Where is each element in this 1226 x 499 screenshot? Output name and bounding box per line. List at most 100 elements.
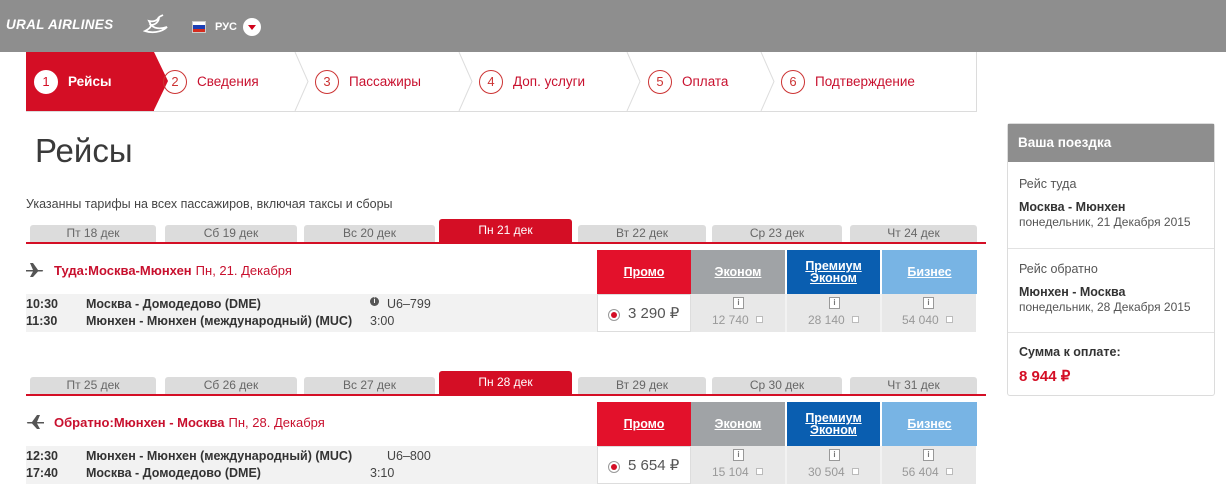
departure-time: 10:30 xyxy=(26,297,58,311)
info-icon[interactable]: i xyxy=(370,297,379,306)
economy-price: 15 104 xyxy=(712,465,749,479)
premium-price: 28 140 xyxy=(808,313,845,327)
info-icon[interactable]: i xyxy=(829,449,840,461)
fare-radio-selected[interactable] xyxy=(608,309,620,321)
business-price: 54 040 xyxy=(902,313,939,327)
step-flights[interactable]: 1 Рейсы xyxy=(26,52,154,111)
day-tab-selected[interactable]: Пн 21 дек xyxy=(439,219,572,243)
day-tab[interactable]: Вт 22 дек xyxy=(578,225,706,242)
trip-summary-title: Ваша поездка xyxy=(1008,124,1214,162)
day-tab[interactable]: Пт 25 дек xyxy=(30,377,156,394)
fare-header-premium-line2: Эконом xyxy=(810,423,857,437)
outbound-summary-route: Москва - Мюнхен xyxy=(1019,200,1126,214)
day-tab[interactable]: Пт 18 дек xyxy=(30,225,156,242)
inbound-summary-label: Рейс обратно xyxy=(1019,262,1098,276)
step-divider xyxy=(294,52,309,111)
promo-price: 3 290 ₽ xyxy=(628,305,680,322)
premium-price: 30 504 xyxy=(808,465,845,479)
day-tab[interactable]: Чт 24 дек xyxy=(850,225,977,242)
day-tab[interactable]: Ср 30 дек xyxy=(712,377,842,394)
info-icon[interactable]: i xyxy=(923,449,934,461)
fare-header-business[interactable]: Бизнес xyxy=(882,250,977,294)
step-number: 1 xyxy=(34,69,58,94)
inbound-summary-route: Мюнхен - Москва xyxy=(1019,285,1126,299)
fare-radio-selected[interactable] xyxy=(608,461,620,473)
step-label: Доп. услуги xyxy=(513,74,586,89)
step-number: 3 xyxy=(315,69,339,94)
step-extras[interactable]: 4 Доп. услуги xyxy=(479,52,585,111)
departure-time: 12:30 xyxy=(26,449,58,463)
day-tab-selected[interactable]: Пн 28 дек xyxy=(439,371,572,395)
fare-checkbox[interactable] xyxy=(946,468,953,475)
plane-icon xyxy=(26,263,44,277)
total-label: Сумма к оплате: xyxy=(1019,345,1121,359)
russia-flag-icon xyxy=(192,21,206,33)
fare-header-economy[interactable]: Эконом xyxy=(691,402,785,446)
outbound-direction: Туда: Москва-Мюнхен Пн, 21. Декабря xyxy=(26,262,292,278)
outbound-summary: Рейс туда Москва - Мюнхен понедельник, 2… xyxy=(1008,162,1214,248)
fare-option-economy[interactable]: i 15 104 xyxy=(691,446,785,484)
day-tab[interactable]: Ср 23 дек xyxy=(712,225,842,242)
fare-checkbox[interactable] xyxy=(756,468,763,475)
direction-label: Обратно: xyxy=(54,414,114,430)
direction-route: Мюнхен - Москва xyxy=(113,414,225,430)
flight-number: U6–800 xyxy=(387,449,431,463)
day-tab[interactable]: Вс 20 дек xyxy=(304,225,435,242)
day-tab[interactable]: Сб 19 дек xyxy=(165,225,297,242)
fare-header-promo[interactable]: Промо xyxy=(597,402,691,446)
outbound-day-tabs: Пт 18 дек Сб 19 дек Вс 20 дек Пн 21 дек … xyxy=(26,219,986,244)
direction-route: Москва-Мюнхен xyxy=(88,262,192,278)
fare-option-economy[interactable]: i 12 740 xyxy=(691,294,785,332)
info-icon[interactable]: i xyxy=(733,297,744,309)
arrival-airport: Мюнхен - Мюнхен (международный) (MUC) xyxy=(86,314,353,328)
fare-option-business[interactable]: i 56 404 xyxy=(882,446,976,484)
inbound-flight-row: 12:30 17:40 Мюнхен - Мюнхен (международн… xyxy=(26,446,976,484)
trip-summary-panel: Ваша поездка Рейс туда Москва - Мюнхен п… xyxy=(1007,123,1215,396)
fare-header-promo[interactable]: Промо xyxy=(597,250,691,294)
fare-header-premium[interactable]: Премиум Эконом xyxy=(787,402,880,446)
inbound-summary: Рейс обратно Мюнхен - Москва понедельник… xyxy=(1008,248,1214,332)
fare-option-premium[interactable]: i 30 504 xyxy=(787,446,880,484)
flight-number: U6–799 xyxy=(387,297,431,311)
step-label: Рейсы xyxy=(68,74,112,89)
airline-logo-text[interactable]: URAL AIRLINES xyxy=(6,17,113,32)
info-icon[interactable]: i xyxy=(923,297,934,309)
step-passengers[interactable]: 3 Пассажиры xyxy=(315,52,421,111)
inbound-day-tabs: Пт 25 дек Сб 26 дек Вс 27 дек Пн 28 дек … xyxy=(26,371,986,396)
info-icon[interactable]: i xyxy=(829,297,840,309)
fare-option-promo[interactable]: 3 290 ₽ xyxy=(597,294,691,332)
flight-duration: 3:00 xyxy=(370,314,395,328)
inbound-summary-date: понедельник, 28 Декабря 2015 xyxy=(1019,300,1191,314)
fare-checkbox[interactable] xyxy=(852,316,859,323)
step-payment[interactable]: 5 Оплата xyxy=(648,52,728,111)
fare-checkbox[interactable] xyxy=(946,316,953,323)
fare-note: Указанны тарифы на всех пассажиров, вклю… xyxy=(26,197,393,211)
fare-header-premium[interactable]: Премиум Эконом xyxy=(787,250,880,294)
step-number: 5 xyxy=(648,69,672,94)
day-tab[interactable]: Сб 26 дек xyxy=(165,377,297,394)
fare-checkbox[interactable] xyxy=(756,316,763,323)
info-icon[interactable]: i xyxy=(733,449,744,461)
flight-duration: 3:10 xyxy=(370,466,395,480)
step-number: 6 xyxy=(781,69,805,94)
direction-date: Пн, 28. Декабря xyxy=(228,414,325,430)
language-selector[interactable]: РУС xyxy=(192,18,261,36)
day-tab[interactable]: Чт 31 дек xyxy=(850,377,977,394)
booking-steps: 1 Рейсы 2 Сведения 3 Пассажиры 4 Доп. ус… xyxy=(26,52,977,112)
top-header: URAL AIRLINES РУС xyxy=(0,0,1226,52)
fare-option-premium[interactable]: i 28 140 xyxy=(787,294,880,332)
direction-date: Пн, 21. Декабря xyxy=(195,262,292,278)
step-divider xyxy=(760,52,775,111)
swan-logo-icon[interactable] xyxy=(143,13,169,35)
fare-option-business[interactable]: i 54 040 xyxy=(882,294,976,332)
fare-checkbox[interactable] xyxy=(852,468,859,475)
fare-header-economy[interactable]: Эконом xyxy=(691,250,785,294)
economy-price: 12 740 xyxy=(712,313,749,327)
fare-header-business[interactable]: Бизнес xyxy=(882,402,977,446)
step-confirmation[interactable]: 6 Подтверждение xyxy=(781,52,915,111)
chevron-down-icon[interactable] xyxy=(242,18,261,36)
day-tab[interactable]: Вс 27 дек xyxy=(304,377,435,394)
day-tab[interactable]: Вт 29 дек xyxy=(578,377,706,394)
fare-option-promo[interactable]: 5 654 ₽ xyxy=(597,446,691,484)
step-details[interactable]: 2 Сведения xyxy=(163,52,259,111)
